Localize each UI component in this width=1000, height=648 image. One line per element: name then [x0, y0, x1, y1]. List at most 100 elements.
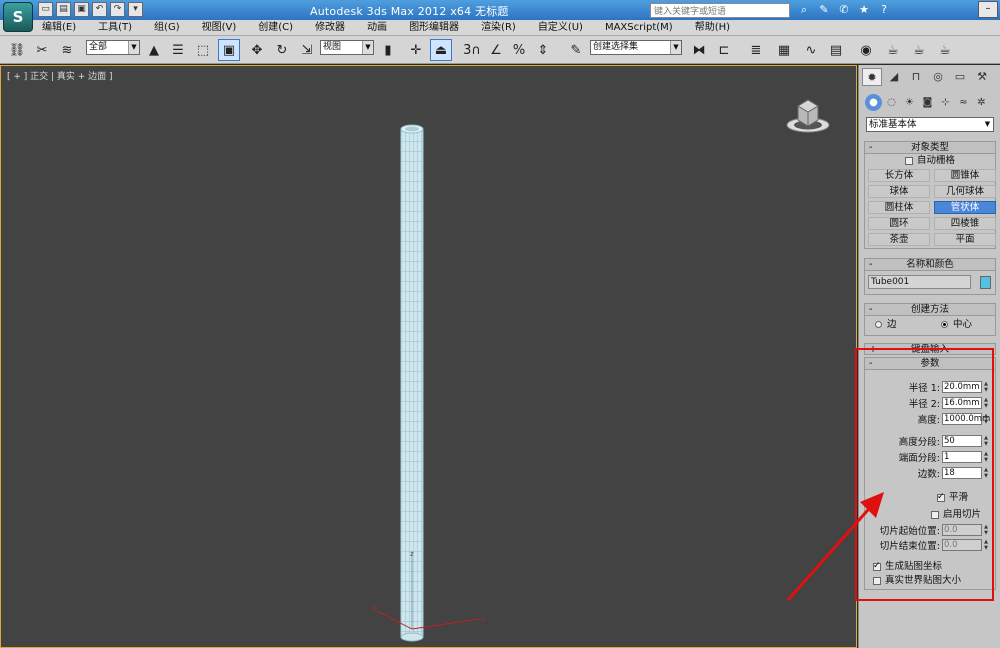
- app-logo-button[interactable]: S: [3, 2, 33, 32]
- pivot-center-icon[interactable]: ▮: [377, 39, 399, 61]
- menu-tools[interactable]: 工具(T): [98, 21, 132, 35]
- center-radio[interactable]: [941, 321, 948, 328]
- pyramid-button[interactable]: 四棱锥: [934, 217, 996, 230]
- plane-button[interactable]: 平面: [934, 233, 996, 246]
- geosphere-button[interactable]: 几何球体: [934, 185, 996, 198]
- window-crossing-icon[interactable]: ▣: [218, 39, 240, 61]
- menu-customize[interactable]: 自定义(U): [538, 21, 583, 35]
- rollout-header[interactable]: - 对象类型: [865, 142, 995, 154]
- material-editor-icon[interactable]: ◉: [855, 39, 877, 61]
- edit-named-selection-icon[interactable]: ✎: [565, 39, 587, 61]
- save-file-icon[interactable]: ▣: [74, 2, 89, 17]
- cylinder-button[interactable]: 圆柱体: [868, 201, 930, 214]
- collapse-icon: -: [869, 304, 873, 315]
- snaps-toggle-icon[interactable]: 3 ∩: [461, 39, 483, 61]
- cone-button[interactable]: 圆锥体: [934, 169, 996, 182]
- autogrid-checkbox[interactable]: [904, 156, 913, 165]
- display-tab-icon[interactable]: ▭: [950, 68, 970, 86]
- menu-graph-editors[interactable]: 图形编辑器: [409, 21, 459, 35]
- subscription-icon[interactable]: ✎: [816, 2, 832, 18]
- render-production-icon[interactable]: ☕: [934, 39, 956, 61]
- systems-icon[interactable]: ✲: [973, 94, 990, 111]
- move-icon[interactable]: ✥: [246, 39, 268, 61]
- spinner-snap-icon[interactable]: ⇕: [532, 39, 554, 61]
- red-arrow-annotation: [786, 492, 884, 601]
- teapot-button[interactable]: 茶壶: [868, 233, 930, 246]
- schematic-view-icon[interactable]: ▤: [825, 39, 847, 61]
- modify-tab-icon[interactable]: ◢: [884, 68, 904, 86]
- mirror-icon[interactable]: ⧓: [688, 39, 710, 61]
- menu-edit[interactable]: 编辑(E): [42, 21, 76, 35]
- named-selection-dropdown[interactable]: 创建选择集 ▼: [590, 40, 682, 55]
- object-category-dropdown[interactable]: 标准基本体 ▼: [866, 117, 994, 132]
- edge-radio[interactable]: [875, 321, 882, 328]
- select-manipulate-icon[interactable]: ✛: [405, 39, 427, 61]
- shapes-icon[interactable]: ◌: [883, 94, 900, 111]
- cameras-icon[interactable]: ◙: [919, 94, 936, 111]
- open-file-icon[interactable]: ▤: [56, 2, 71, 17]
- create-subcategories: ● ◌ ☀ ◙ ⊹ ≈ ✲: [865, 94, 990, 111]
- sphere-button[interactable]: 球体: [868, 185, 930, 198]
- utilities-tab-icon[interactable]: ⚒: [972, 68, 992, 86]
- create-tab-icon[interactable]: ✹: [862, 68, 882, 86]
- rotate-icon[interactable]: ↻: [271, 39, 293, 61]
- menu-group[interactable]: 组(G): [154, 21, 180, 35]
- keyboard-shortcut-override-icon[interactable]: ⏏: [430, 39, 452, 61]
- motion-tab-icon[interactable]: ◎: [928, 68, 948, 86]
- viewport-label[interactable]: [ + ] 正交 | 真实 + 边面 ]: [7, 69, 113, 82]
- autogrid-row[interactable]: 自动栅格: [865, 154, 995, 167]
- edge-radio-row[interactable]: 边: [875, 316, 897, 334]
- favorites-icon[interactable]: ★: [856, 2, 872, 18]
- object-color-swatch[interactable]: [980, 275, 991, 289]
- menu-modifiers[interactable]: 修改器: [315, 21, 345, 35]
- box-button[interactable]: 长方体: [868, 169, 930, 182]
- rollout-header[interactable]: - 名称和颜色: [865, 259, 995, 271]
- search-input[interactable]: [650, 3, 790, 18]
- new-file-icon[interactable]: ▭: [38, 2, 53, 17]
- title-bar: S ▭ ▤ ▣ ↶ ↷ ▾ Autodesk 3ds Max 2012 x64 …: [0, 0, 1000, 32]
- menu-maxscript[interactable]: MAXScript(M): [605, 21, 673, 35]
- select-by-name-icon[interactable]: ☰: [167, 39, 189, 61]
- menu-animation[interactable]: 动画: [367, 21, 387, 35]
- center-radio-row[interactable]: 中心: [941, 316, 972, 334]
- render-setup-icon[interactable]: ☕: [882, 39, 904, 61]
- menu-create[interactable]: 创建(C): [258, 21, 293, 35]
- communication-icon[interactable]: ✆: [836, 2, 852, 18]
- menu-help[interactable]: 帮助(H): [695, 21, 730, 35]
- graphite-tools-icon[interactable]: ▦: [773, 39, 795, 61]
- tube-button[interactable]: 管状体: [934, 201, 996, 214]
- bind-space-warp-icon[interactable]: ≋: [56, 39, 78, 61]
- rectangular-selection-icon[interactable]: ⬚: [192, 39, 214, 61]
- quick-access-dropdown-icon[interactable]: ▾: [128, 2, 143, 17]
- viewcube-icon[interactable]: [786, 94, 830, 134]
- menu-views[interactable]: 视图(V): [202, 21, 237, 35]
- align-icon[interactable]: ⊏: [713, 39, 735, 61]
- helpers-icon[interactable]: ⊹: [937, 94, 954, 111]
- selection-filter-dropdown[interactable]: 全部 ▼: [86, 40, 140, 55]
- tube-object[interactable]: z x y: [361, 121, 491, 648]
- menu-rendering[interactable]: 渲染(R): [481, 21, 516, 35]
- select-link-icon[interactable]: ⛓: [6, 39, 28, 61]
- select-object-icon[interactable]: ▲: [143, 39, 165, 61]
- unlink-icon[interactable]: ✂: [31, 39, 53, 61]
- help-icon[interactable]: ?: [876, 2, 892, 18]
- lights-icon[interactable]: ☀: [901, 94, 918, 111]
- redo-icon[interactable]: ↷: [110, 2, 125, 17]
- curve-editor-icon[interactable]: ∿: [800, 39, 822, 61]
- torus-button[interactable]: 圆环: [868, 217, 930, 230]
- binoculars-icon[interactable]: ⌕: [796, 2, 812, 18]
- space-warps-icon[interactable]: ≈: [955, 94, 972, 111]
- rollout-header[interactable]: - 创建方法: [865, 304, 995, 316]
- rendered-frame-window-icon[interactable]: ☕: [908, 39, 930, 61]
- object-name-input[interactable]: Tube001: [868, 275, 971, 289]
- perspective-viewport[interactable]: [ + ] 正交 | 真实 + 边面 ] z x y: [0, 65, 857, 648]
- minimize-icon[interactable]: –: [978, 1, 998, 18]
- geometry-icon[interactable]: ●: [865, 94, 882, 111]
- reference-coordinate-dropdown[interactable]: 视图 ▼: [320, 40, 374, 55]
- scale-icon[interactable]: ⇲: [296, 39, 318, 61]
- hierarchy-tab-icon[interactable]: ⊓: [906, 68, 926, 86]
- angle-snap-icon[interactable]: ∠: [485, 39, 507, 61]
- percent-snap-icon[interactable]: %: [508, 39, 530, 61]
- undo-icon[interactable]: ↶: [92, 2, 107, 17]
- layer-manager-icon[interactable]: ≣: [745, 39, 767, 61]
